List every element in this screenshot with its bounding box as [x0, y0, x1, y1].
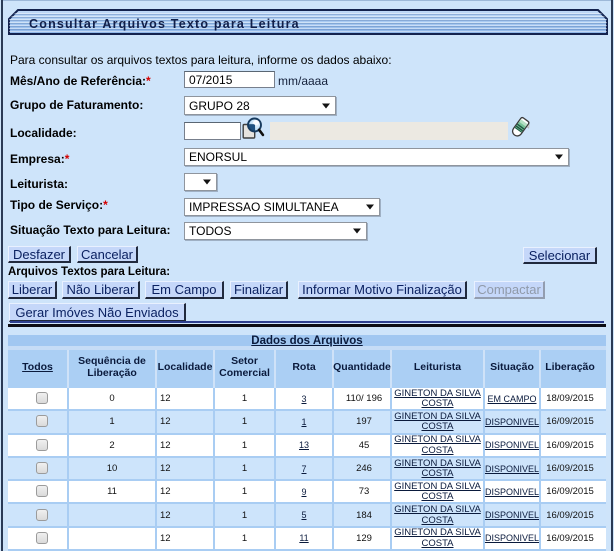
svg-text:Consultar Arquivos Texto para: Consultar Arquivos Texto para Leitura — [29, 17, 300, 31]
